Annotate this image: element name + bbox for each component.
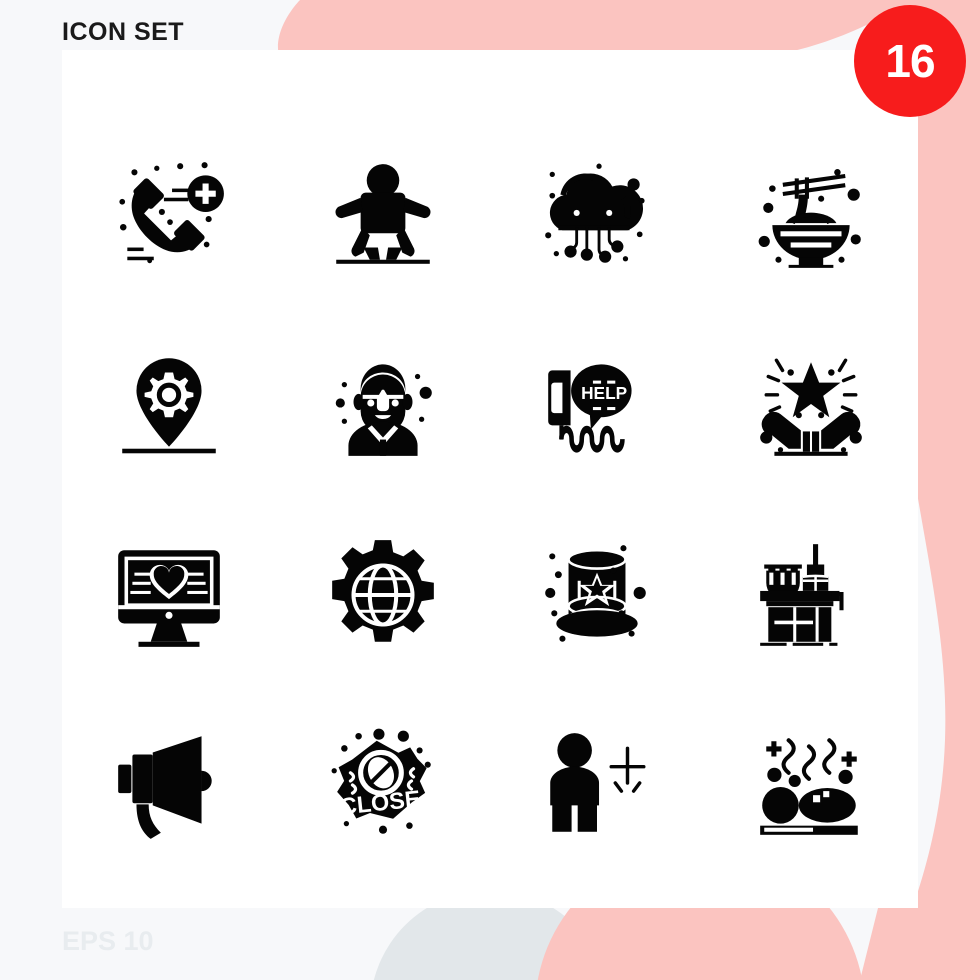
icon-cell-monitor-heart[interactable] [62,500,276,690]
icon-cell-global-settings[interactable] [276,500,490,690]
location-settings-icon [122,358,216,454]
icon-cell-add-call[interactable] [62,120,276,310]
icon-cell-person-symbol[interactable] [490,690,704,880]
global-settings-icon [332,540,434,642]
user-glasses-icon [335,364,432,456]
help-bubble-text: HELP [581,383,627,403]
icon-cell-hands-star[interactable] [704,310,918,500]
squat-exercise-icon [335,164,431,264]
eps-label: EPS 10 [62,926,154,956]
monitor-heart-icon [118,550,220,647]
icon-cell-lab-table[interactable] [704,500,918,690]
lab-table-icon [760,544,844,646]
help-line-icon: HELP [548,364,632,453]
person-symbol-icon [550,733,646,832]
icon-grid: HELP CLOSE [62,120,918,880]
hot-food-icon [760,738,858,835]
icon-cell-top-hat-star[interactable] [490,500,704,690]
count-badge-label: 16 [885,35,935,87]
add-call-icon [119,162,224,264]
icon-cell-hot-food[interactable] [704,690,918,880]
icon-cell-close-sign[interactable]: CLOSE [276,690,490,880]
page-title: ICON SET [62,18,185,46]
icon-cell-noodle-bowl[interactable] [704,120,918,310]
noodle-bowl-icon [758,169,861,268]
top-hat-star-icon [545,545,646,642]
icon-cell-user-glasses[interactable] [276,310,490,500]
megaphone-icon [118,736,212,839]
cloud-computing-icon [545,163,645,263]
icon-cell-squat-exercise[interactable] [276,120,490,310]
count-badge: 16 [854,5,966,117]
icon-cell-cloud-computing[interactable] [490,120,704,310]
icon-cell-megaphone[interactable] [62,690,276,880]
icon-cell-location-settings[interactable] [62,310,276,500]
hands-star-icon [760,358,862,456]
close-sign-icon: CLOSE [331,728,431,834]
icon-cell-help-line[interactable]: HELP [490,310,704,500]
